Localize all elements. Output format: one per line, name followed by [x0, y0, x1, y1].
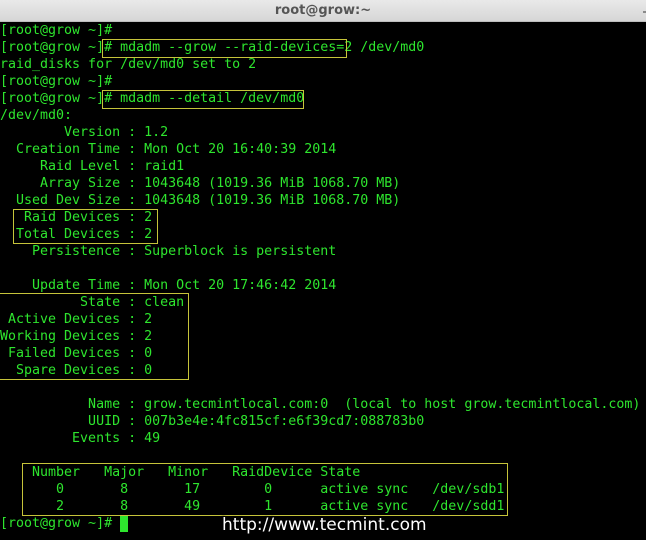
terminal-line-detail-command: [root@grow ~]# mdadm --detail /dev/md0 [0, 91, 305, 106]
detail-working-devices: Working Devices : 2 [0, 329, 153, 344]
detail-failed-devices: Failed Devices : 0 [0, 346, 153, 361]
terminal-line-grow-command: [root@grow ~]# mdadm --grow --raid-devic… [0, 40, 425, 55]
terminal-line-active-prompt[interactable]: [root@grow ~]# [0, 515, 120, 532]
device-table-header: Number Major Minor RaidDevice State [0, 465, 361, 480]
window-titlebar[interactable]: root@grow:~ [0, 0, 646, 22]
watermark-url: http://www.tecmint.com [222, 515, 427, 535]
detail-creation-time: Creation Time : Mon Oct 20 16:40:39 2014 [0, 142, 337, 157]
detail-version: Version : 1.2 [0, 125, 169, 140]
window-title: root@grow:~ [274, 3, 372, 18]
terminal-line-grow-result: raid_disks for /dev/md0 set to 2 [0, 57, 257, 72]
detail-active-devices: Active Devices : 2 [0, 312, 153, 327]
detail-raid-level: Raid Level : raid1 [0, 159, 185, 174]
detail-array-size: Array Size : 1043648 (1019.36 MiB 1068.7… [0, 176, 401, 191]
terminal-line-device-header: /dev/md0: [0, 108, 73, 123]
detail-update-time: Update Time : Mon Oct 20 17:46:42 2014 [0, 278, 337, 293]
device-table-row: 0 8 17 0 active sync /dev/sdb1 [0, 482, 505, 497]
detail-used-dev-size: Used Dev Size : 1043648 (1019.36 MiB 106… [0, 193, 401, 208]
detail-uuid: UUID : 007b3e4e:4fc815cf:e6f39cd7:088783… [0, 414, 425, 429]
terminal-line-prompt: [root@grow ~]# [0, 74, 113, 89]
detail-events: Events : 49 [0, 431, 161, 446]
detail-state: State : clean [0, 295, 185, 310]
terminal-line-prompt: [root@grow ~]# [0, 23, 113, 38]
detail-persistence: Persistence : Superblock is persistent [0, 244, 337, 259]
detail-spare-devices: Spare Devices : 0 [0, 363, 153, 378]
terminal-cursor [120, 516, 128, 532]
detail-total-devices: Total Devices : 2 [0, 227, 153, 242]
device-table-row: 2 8 49 1 active sync /dev/sdd1 [0, 499, 505, 514]
terminal-output[interactable]: [root@grow ~]# [root@grow ~]# mdadm --gr… [0, 22, 646, 540]
detail-name: Name : grow.tecmintlocal.com:0 (local to… [0, 397, 641, 412]
detail-raid-devices: Raid Devices : 2 [0, 210, 153, 225]
